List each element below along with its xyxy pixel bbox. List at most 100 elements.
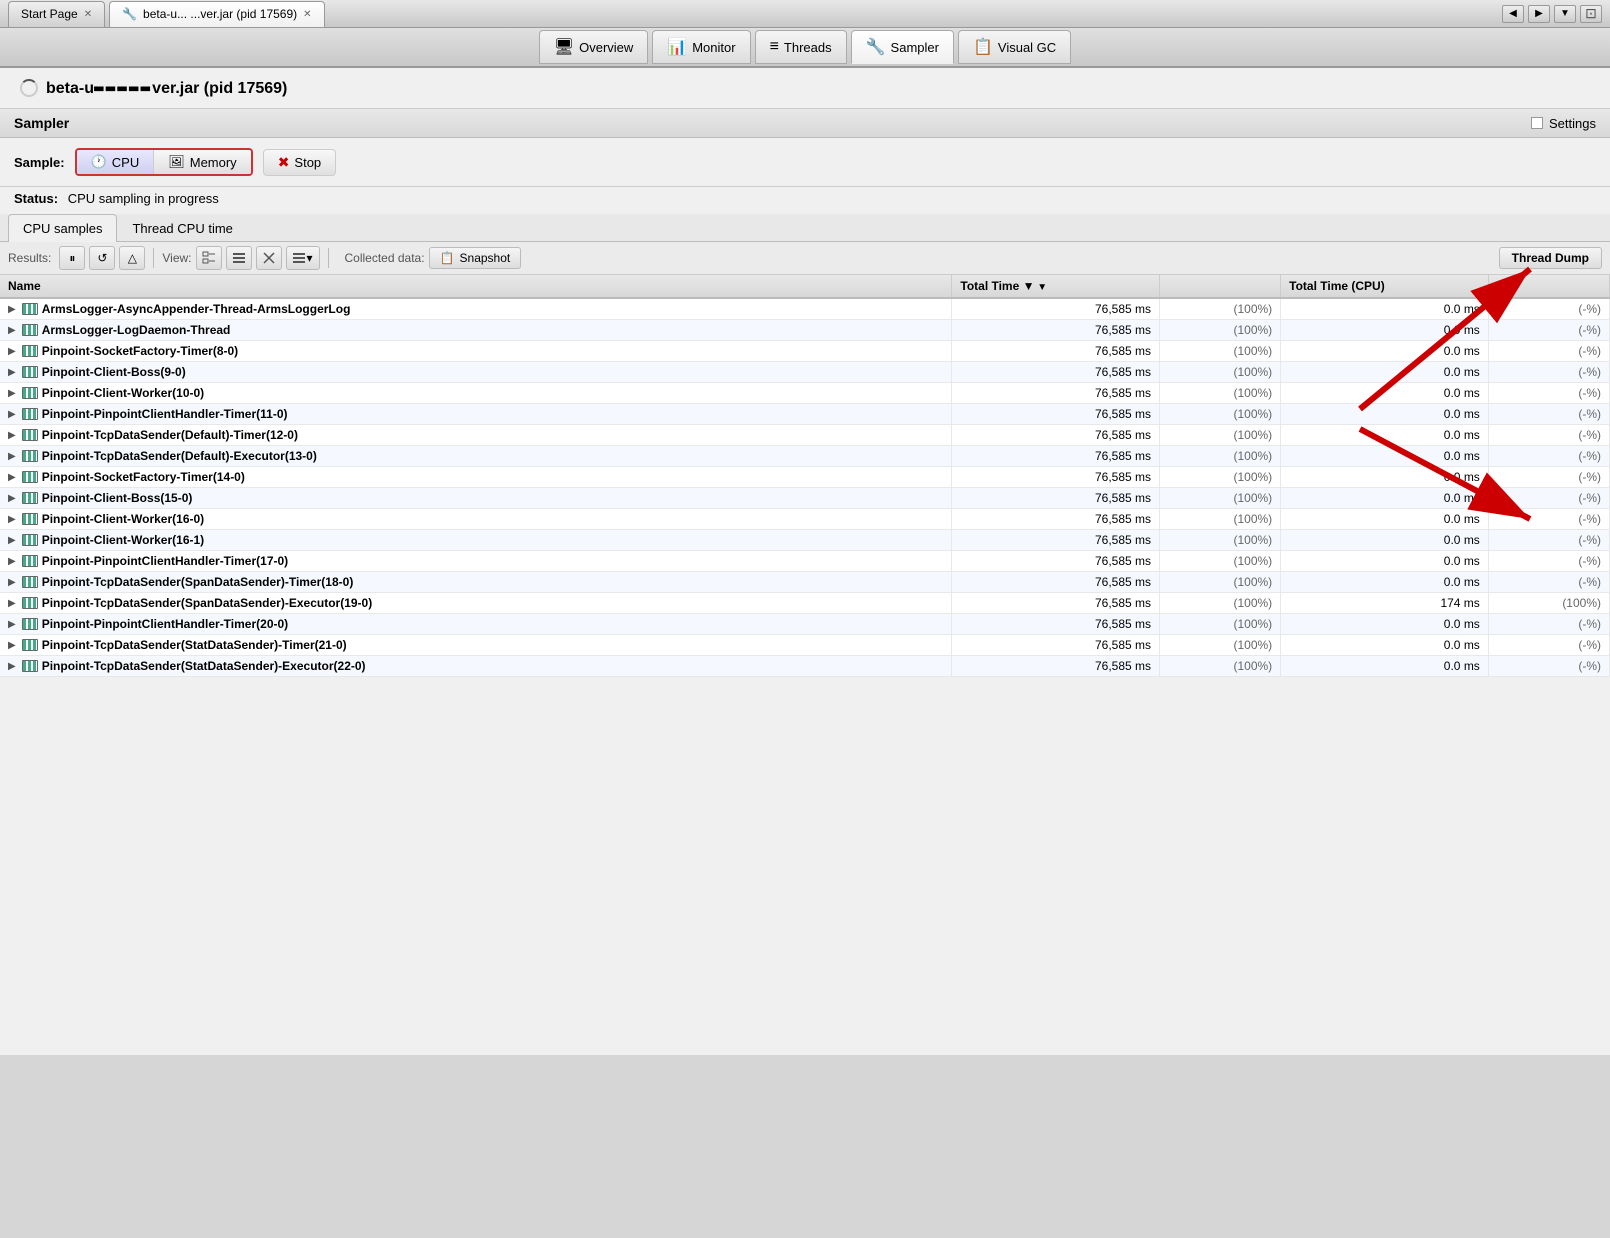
settings-label: Settings xyxy=(1549,116,1596,131)
nav-tab-monitor[interactable]: 📊 Monitor xyxy=(652,30,750,64)
cell-pct-15: (100%) xyxy=(1160,614,1281,635)
thread-name-9: Pinpoint-Client-Boss(15-0) xyxy=(42,491,193,505)
expand-arrow-12[interactable]: ▶ xyxy=(8,556,16,567)
nav-menu-btn[interactable]: ▼ xyxy=(1554,5,1576,23)
col-header-total-time[interactable]: Total Time ▼ xyxy=(952,275,1160,298)
cpu-sample-btn[interactable]: 🕐 CPU xyxy=(77,150,155,174)
table-header: Name Total Time ▼ Total Time (CPU) xyxy=(0,275,1610,298)
thread-name-1: ArmsLogger-LogDaemon-Thread xyxy=(42,323,231,337)
sample-button-group: 🕐 CPU 🖼 Memory xyxy=(75,148,253,176)
cell-pct-17: (100%) xyxy=(1160,656,1281,677)
expand-arrow-10[interactable]: ▶ xyxy=(8,514,16,525)
monitor-icon: 📊 xyxy=(667,37,687,57)
cell-pct-2: (100%) xyxy=(1160,341,1281,362)
window-close-btn[interactable]: ⊡ xyxy=(1580,5,1602,23)
cell-name-13: ▶ Pinpoint-TcpDataSender(SpanDataSender)… xyxy=(0,572,952,592)
table-row: ▶ Pinpoint-Client-Worker(16-0) 76,585 ms… xyxy=(0,509,1610,530)
view-tree-btn[interactable] xyxy=(196,246,222,270)
cell-name-7: ▶ Pinpoint-TcpDataSender(Default)-Execut… xyxy=(0,446,952,466)
expand-arrow-5[interactable]: ▶ xyxy=(8,409,16,420)
cell-cpupct-6: (-%) xyxy=(1488,425,1609,446)
cell-name-15: ▶ Pinpoint-PinpointClientHandler-Timer(2… xyxy=(0,614,952,634)
cell-pct-4: (100%) xyxy=(1160,383,1281,404)
nav-tab-overview-label: Overview xyxy=(579,40,633,55)
window-controls: ◀ ▶ ▼ ⊡ xyxy=(1502,5,1602,23)
col-header-name[interactable]: Name xyxy=(0,275,952,298)
expand-arrow-1[interactable]: ▶ xyxy=(8,325,16,336)
pause-btn[interactable]: ⏸ xyxy=(59,246,85,270)
expand-arrow-13[interactable]: ▶ xyxy=(8,577,16,588)
tab-cpu-samples[interactable]: CPU samples xyxy=(8,214,117,242)
nav-tab-threads-label: Threads xyxy=(784,40,832,55)
refresh-btn[interactable]: ↺ xyxy=(89,246,115,270)
expand-arrow-2[interactable]: ▶ xyxy=(8,346,16,357)
app-header: beta-u▬▬▬▬▬ver.jar (pid 17569) xyxy=(0,68,1610,109)
nav-back-btn[interactable]: ◀ xyxy=(1502,5,1524,23)
tab-thread-cpu-time[interactable]: Thread CPU time xyxy=(117,214,247,242)
thread-icon-16 xyxy=(22,639,38,651)
nav-tab-overview[interactable]: 🖥 Overview xyxy=(539,30,649,64)
nav-tab-threads[interactable]: ≡ Threads xyxy=(755,30,847,64)
thread-icon-8 xyxy=(22,471,38,483)
cell-cputime-5: 0.0 ms xyxy=(1281,404,1489,425)
settings-checkbox[interactable] xyxy=(1531,117,1543,129)
tab-start-close[interactable]: ✕ xyxy=(84,9,92,20)
tab-start[interactable]: Start Page ✕ xyxy=(8,1,105,27)
cell-cputime-6: 0.0 ms xyxy=(1281,425,1489,446)
expand-arrow-17[interactable]: ▶ xyxy=(8,661,16,672)
cell-time-12: 76,585 ms xyxy=(952,551,1160,572)
expand-arrow-11[interactable]: ▶ xyxy=(8,535,16,546)
expand-arrow-16[interactable]: ▶ xyxy=(8,640,16,651)
table-row: ▶ Pinpoint-PinpointClientHandler-Timer(2… xyxy=(0,614,1610,635)
table-row: ▶ Pinpoint-Client-Boss(9-0) 76,585 ms (1… xyxy=(0,362,1610,383)
col-header-cpu-time[interactable]: Total Time (CPU) xyxy=(1281,275,1489,298)
cell-pct-10: (100%) xyxy=(1160,509,1281,530)
table-row: ▶ Pinpoint-TcpDataSender(StatDataSender)… xyxy=(0,656,1610,677)
cell-cpupct-10: (-%) xyxy=(1488,509,1609,530)
view-flat-btn[interactable] xyxy=(226,246,252,270)
filter-btn[interactable]: △ xyxy=(119,246,145,270)
title-bar: Start Page ✕ 🔧 beta-u... ...ver.jar (pid… xyxy=(0,0,1610,28)
cell-pct-3: (100%) xyxy=(1160,362,1281,383)
sampler-icon: 🔧 xyxy=(866,37,886,57)
nav-tab-sampler[interactable]: 🔧 Sampler xyxy=(851,30,954,64)
expand-arrow-7[interactable]: ▶ xyxy=(8,451,16,462)
expand-arrow-9[interactable]: ▶ xyxy=(8,493,16,504)
thread-name-14: Pinpoint-TcpDataSender(SpanDataSender)-E… xyxy=(42,596,373,610)
cpu-icon: 🕐 xyxy=(91,154,107,170)
cell-cpupct-8: (-%) xyxy=(1488,467,1609,488)
cell-cpupct-2: (-%) xyxy=(1488,341,1609,362)
table-row: ▶ Pinpoint-Client-Worker(16-1) 76,585 ms… xyxy=(0,530,1610,551)
expand-arrow-14[interactable]: ▶ xyxy=(8,598,16,609)
thread-name-2: Pinpoint-SocketFactory-Timer(8-0) xyxy=(42,344,238,358)
expand-arrow-3[interactable]: ▶ xyxy=(8,367,16,378)
stop-btn[interactable]: ✖ Stop xyxy=(263,149,336,176)
expand-arrow-6[interactable]: ▶ xyxy=(8,430,16,441)
thread-icon-2 xyxy=(22,345,38,357)
cell-name-2: ▶ Pinpoint-SocketFactory-Timer(8-0) xyxy=(0,341,952,361)
expand-arrow-0[interactable]: ▶ xyxy=(8,304,16,315)
visualgc-icon: 📋 xyxy=(973,37,993,57)
thread-name-16: Pinpoint-TcpDataSender(StatDataSender)-T… xyxy=(42,638,347,652)
expand-arrow-8[interactable]: ▶ xyxy=(8,472,16,483)
memory-sample-btn[interactable]: 🖼 Memory xyxy=(154,150,250,174)
snapshot-btn[interactable]: 📋 Snapshot xyxy=(429,247,522,269)
view-calltree-btn[interactable] xyxy=(256,246,282,270)
results-label: Results: xyxy=(8,251,51,265)
cell-cputime-16: 0.0 ms xyxy=(1281,635,1489,656)
view-options-btn[interactable]: ▾ xyxy=(286,246,320,270)
cell-pct-1: (100%) xyxy=(1160,320,1281,341)
cell-cputime-17: 0.0 ms xyxy=(1281,656,1489,677)
tab-jmx[interactable]: 🔧 beta-u... ...ver.jar (pid 17569) ✕ xyxy=(109,1,324,27)
cell-cpupct-13: (-%) xyxy=(1488,572,1609,593)
nav-forward-btn[interactable]: ▶ xyxy=(1528,5,1550,23)
tab-jmx-close[interactable]: ✕ xyxy=(303,9,311,20)
expand-arrow-15[interactable]: ▶ xyxy=(8,619,16,630)
thread-dump-btn[interactable]: Thread Dump xyxy=(1499,247,1602,269)
thread-name-0: ArmsLogger-AsyncAppender-Thread-ArmsLogg… xyxy=(42,302,351,316)
nav-tab-visualgc[interactable]: 📋 Visual GC xyxy=(958,30,1071,64)
expand-arrow-4[interactable]: ▶ xyxy=(8,388,16,399)
cell-cputime-8: 0.0 ms xyxy=(1281,467,1489,488)
cell-name-1: ▶ ArmsLogger-LogDaemon-Thread xyxy=(0,320,952,340)
thread-icon-0 xyxy=(22,303,38,315)
